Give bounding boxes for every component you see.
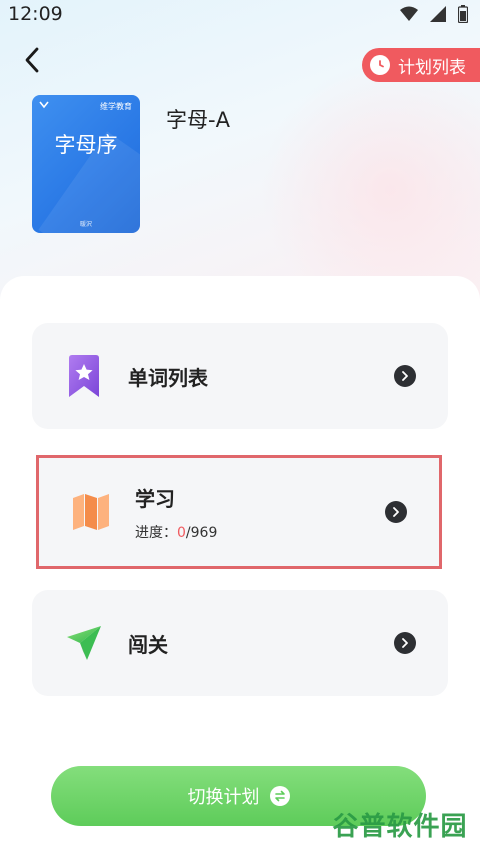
- cover-title: 字母序: [54, 133, 118, 157]
- battery-icon: [458, 5, 468, 23]
- challenge-label: 闯关: [128, 632, 168, 657]
- watermark: 谷普软件园: [332, 811, 468, 842]
- map-icon: [71, 490, 111, 534]
- switch-plan-label: 切换计划: [187, 787, 260, 808]
- challenge-card[interactable]: 闯关: [32, 590, 448, 696]
- paper-plane-icon: [64, 621, 104, 665]
- swap-icon: [269, 786, 290, 806]
- plan-list-button[interactable]: 计划列表: [362, 48, 480, 82]
- wifi-icon: [400, 6, 418, 21]
- chevron-right-icon: [385, 501, 407, 523]
- cover-brand: 维学教育: [100, 102, 132, 111]
- progress-current: 0: [177, 524, 186, 541]
- study-label: 学习: [135, 486, 175, 511]
- word-list-card[interactable]: 单词列表: [32, 323, 448, 429]
- study-card[interactable]: 学习 进度：0/969: [36, 455, 442, 569]
- book-title: 字母-A: [166, 108, 230, 132]
- word-list-label: 单词列表: [128, 365, 208, 390]
- book-cover: 维学教育 字母序 暖沢: [32, 95, 140, 233]
- cover-chevron-icon: [39, 99, 49, 112]
- signal-icon: [430, 6, 446, 22]
- status-time: 12:09: [8, 3, 63, 25]
- progress-prefix: 进度：: [135, 524, 177, 541]
- chevron-left-icon: [25, 47, 39, 73]
- chevron-right-icon: [394, 365, 416, 387]
- study-progress: 进度：0/969: [135, 522, 385, 542]
- chevron-right-icon: [394, 632, 416, 654]
- back-button[interactable]: [16, 44, 48, 76]
- status-bar: 12:09: [0, 0, 480, 28]
- cover-subtitle: 暖沢: [79, 221, 92, 228]
- bookmark-star-icon: [64, 354, 104, 398]
- clock-icon: [370, 55, 390, 75]
- progress-total: /969: [185, 524, 218, 541]
- plan-list-label: 计划列表: [398, 57, 466, 78]
